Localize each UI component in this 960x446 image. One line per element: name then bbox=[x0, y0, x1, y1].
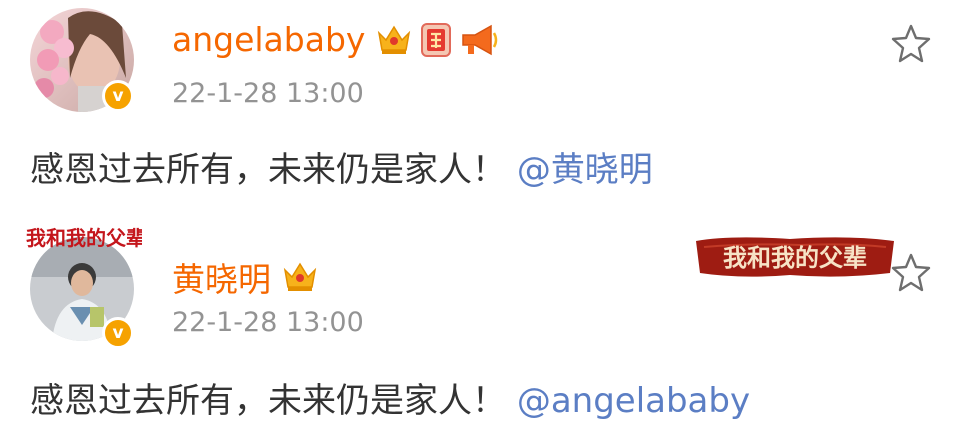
post-content: 感恩过去所有，未来仍是家人！ @黄晓明 bbox=[30, 142, 653, 191]
fu-badge-icon bbox=[421, 22, 452, 57]
mention-link[interactable]: @黄晓明 bbox=[517, 150, 653, 190]
avatar-container[interactable]: v bbox=[30, 8, 134, 112]
favorite-star-icon[interactable] bbox=[890, 251, 932, 293]
card-banner-text: 我和我的父辈 bbox=[723, 243, 867, 272]
post-angelababy: v angelababy 22-1-28 13:00 感恩过去所有，未来仍是家人… bbox=[0, 0, 960, 215]
username-link[interactable]: 黄晓明 bbox=[172, 253, 319, 301]
post-huangxiaoming: 我和我的父辈 v 我和我的父辈 黄晓明 22-1-28 13:00 感恩过去所有… bbox=[0, 215, 960, 446]
post-text: 感恩过去所有，未来仍是家人！ bbox=[30, 150, 506, 190]
avatar-frame-icon: 我和我的父辈 bbox=[26, 226, 142, 250]
username-text[interactable]: 黄晓明 bbox=[172, 253, 271, 301]
post-timestamp: 22-1-28 13:00 bbox=[172, 78, 364, 109]
post-timestamp: 22-1-28 13:00 bbox=[172, 307, 364, 338]
favorite-star-icon[interactable] bbox=[890, 22, 932, 64]
verified-badge-icon: v bbox=[102, 317, 134, 349]
username-link[interactable]: angelababy bbox=[172, 20, 499, 59]
crown-badge-icon bbox=[283, 262, 317, 291]
username-text[interactable]: angelababy bbox=[172, 20, 365, 59]
verified-badge-icon: v bbox=[102, 80, 134, 112]
avatar-container[interactable]: 我和我的父辈 v bbox=[22, 223, 142, 349]
card-banner-icon: 我和我的父辈 bbox=[696, 237, 894, 277]
avatar-frame-text: 我和我的父辈 bbox=[26, 226, 142, 250]
post-text: 感恩过去所有，未来仍是家人！ bbox=[30, 381, 506, 421]
post-content: 感恩过去所有，未来仍是家人！ @angelababy bbox=[30, 373, 750, 422]
mention-link[interactable]: @angelababy bbox=[517, 381, 750, 421]
megaphone-badge-icon bbox=[462, 24, 498, 55]
crown-badge-icon bbox=[378, 25, 411, 54]
